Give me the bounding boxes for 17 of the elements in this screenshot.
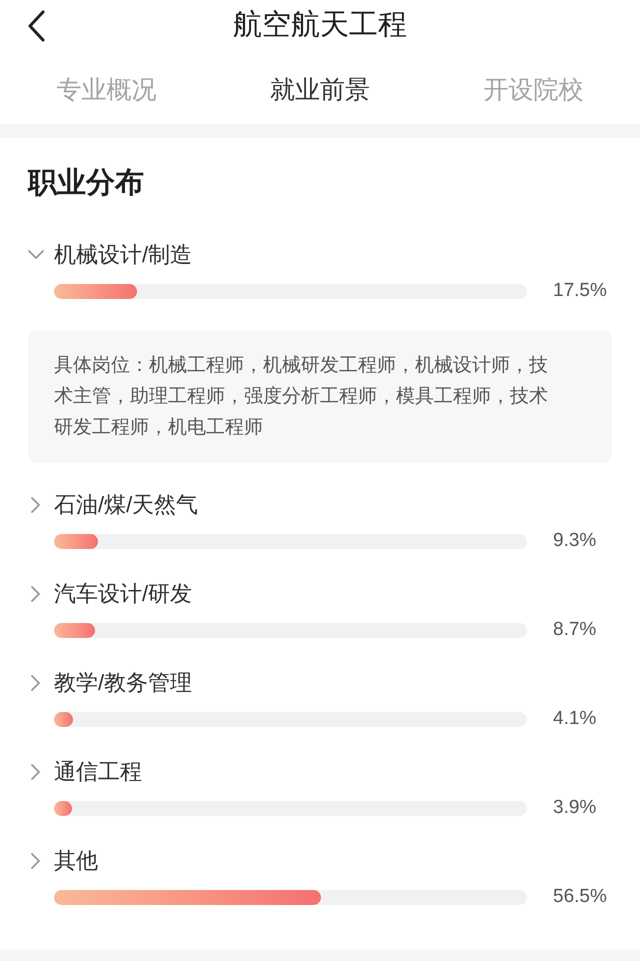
percent-label: 3.9% [553, 797, 598, 819]
section-title: 职业分布 [28, 166, 144, 200]
category-toggle[interactable]: 石油/煤/天然气 [28, 490, 198, 520]
percent-label: 17.5% [553, 280, 608, 302]
percent-label: 8.7% [553, 619, 598, 641]
category-toggle[interactable]: 通信工程 [28, 757, 142, 787]
percent-label: 56.5% [553, 886, 608, 908]
tab[interactable]: 就业前景 [270, 74, 370, 106]
category-toggle[interactable]: 教学/教务管理 [28, 668, 192, 698]
back-chevron-icon [27, 10, 45, 42]
category-toggle[interactable]: 机械设计/制造 [28, 240, 192, 270]
category-toggle[interactable]: 汽车设计/研发 [28, 579, 192, 609]
details-text: 具体岗位：机械工程师，机械研发工程师，机械设计师，技术主管，助理工程师，强度分析工程师，模具工程师，技术研发工程师，机电工程师 [54, 354, 549, 440]
percent-label: 9.3% [553, 530, 598, 552]
percent-label: 4.1% [553, 708, 598, 730]
page-title: 航空航天工程 [233, 8, 407, 43]
category-toggle[interactable]: 其他 [28, 846, 98, 876]
